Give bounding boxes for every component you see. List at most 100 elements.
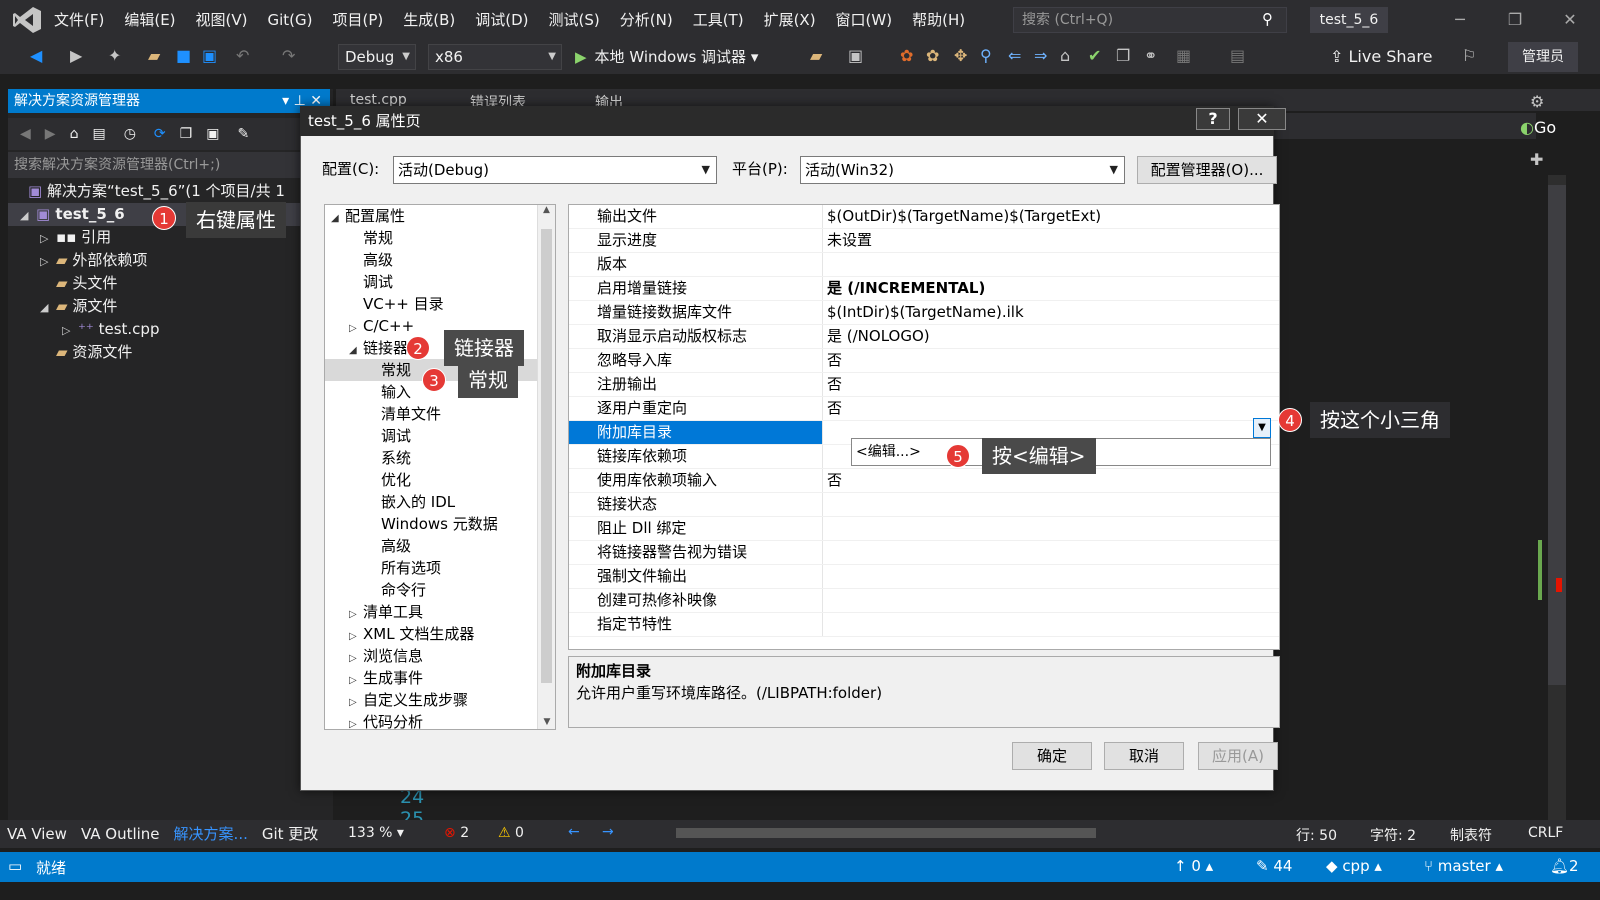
property-row[interactable]: 指定节特性 bbox=[569, 613, 1279, 637]
repo-indicator[interactable]: ◆ cpp ▴ bbox=[1326, 857, 1382, 875]
dropdown-triangle-button[interactable]: ▼ bbox=[1253, 418, 1271, 438]
tree-node[interactable]: Windows 元数据 bbox=[325, 513, 555, 535]
tab-solution-explorer[interactable]: 解决方案... bbox=[167, 820, 255, 848]
tree-node[interactable]: 系统 bbox=[325, 447, 555, 469]
property-value[interactable]: 是 (/INCREMENTAL) bbox=[823, 277, 985, 300]
property-row[interactable]: 使用库依赖项输入否 bbox=[569, 469, 1279, 493]
start-debugging-button[interactable]: ▶ 本地 Windows 调试器 ▾ bbox=[575, 44, 758, 70]
tree-node[interactable]: VC++ 目录 bbox=[325, 293, 555, 315]
cancel-button[interactable]: 取消 bbox=[1104, 742, 1184, 770]
tree-scrollbar[interactable]: ▲ ▼ bbox=[537, 205, 555, 729]
property-value[interactable]: 否 bbox=[823, 349, 842, 372]
config-select[interactable]: Debug ▼ bbox=[338, 44, 416, 70]
property-value[interactable]: 否 bbox=[823, 373, 842, 396]
tree-node[interactable]: ▷ 浏览信息 bbox=[325, 645, 555, 667]
close-window-button[interactable]: ✕ bbox=[1555, 6, 1585, 34]
menu-item[interactable]: 编辑(E) bbox=[114, 0, 185, 40]
dialog-close-button[interactable]: ✕ bbox=[1238, 108, 1286, 130]
property-row[interactable]: 逐用户重定向否 bbox=[569, 397, 1279, 421]
branch-indicator[interactable]: ⑂ master ▴ bbox=[1424, 857, 1503, 875]
apply-button[interactable]: 应用(A) bbox=[1198, 742, 1278, 770]
tree-item-resources[interactable]: ▰ 资源文件 bbox=[8, 341, 330, 364]
property-row[interactable]: 启用增量链接是 (/INCREMENTAL) bbox=[569, 277, 1279, 301]
menu-item[interactable]: 文件(F) bbox=[44, 0, 114, 40]
ok-button[interactable]: 确定 bbox=[1012, 742, 1092, 770]
folder-icon[interactable]: ▰ bbox=[810, 46, 822, 65]
tree-item-headers[interactable]: ▰ 头文件 bbox=[8, 272, 330, 295]
config-manager-button[interactable]: 配置管理器(O)... bbox=[1137, 156, 1277, 184]
property-value[interactable]: 是 (/NOLOGO) bbox=[823, 325, 930, 348]
build-icon[interactable]: ⌂ bbox=[1060, 46, 1070, 65]
property-value[interactable]: $(OutDir)$(TargetName)$(TargetExt) bbox=[823, 205, 1101, 228]
settings-icon[interactable]: ⚙ bbox=[1530, 92, 1544, 111]
notifications-icon[interactable]: 🔔︎2 bbox=[1550, 857, 1579, 875]
go-button[interactable]: ◐Go bbox=[1520, 118, 1556, 137]
check-icon[interactable]: ✔ bbox=[1088, 46, 1101, 65]
property-row[interactable]: 将链接器警告视为错误 bbox=[569, 541, 1279, 565]
tree-node[interactable]: 优化 bbox=[325, 469, 555, 491]
tool3-icon[interactable]: ✥ bbox=[954, 46, 967, 65]
search-input[interactable]: 搜索 (Ctrl+Q) bbox=[1013, 7, 1287, 33]
property-row[interactable]: 显示进度 未设置 bbox=[569, 229, 1279, 253]
grid-icon[interactable]: ▦ bbox=[1176, 46, 1191, 65]
properties-icon[interactable]: ✎ bbox=[237, 126, 249, 142]
property-row[interactable]: 链接状态 bbox=[569, 493, 1279, 517]
copy-icon[interactable]: ▣ bbox=[206, 126, 219, 142]
menu-item[interactable]: 调试(D) bbox=[465, 0, 538, 40]
prev-issue-icon[interactable]: ← bbox=[568, 824, 580, 840]
push-indicator[interactable]: ↑ 0 ▴ bbox=[1174, 857, 1213, 875]
property-value[interactable]: $(IntDir)$(TargetName).ilk bbox=[823, 301, 1024, 324]
expand-icon[interactable]: ◢ bbox=[331, 208, 345, 230]
tool2-icon[interactable]: ✿ bbox=[926, 46, 939, 65]
tree-node[interactable]: 调试 bbox=[325, 425, 555, 447]
maximize-button[interactable]: ❐ bbox=[1500, 6, 1530, 34]
tree-node[interactable]: ▷ XML 文档生成器 bbox=[325, 623, 555, 645]
menu-item[interactable]: 项目(P) bbox=[323, 0, 394, 40]
property-value[interactable]: 否 bbox=[823, 397, 842, 420]
link-icon[interactable]: ⚭ bbox=[1144, 46, 1157, 65]
platform-select[interactable]: x86 ▼ bbox=[428, 44, 562, 70]
tree-node[interactable]: ▷ 生成事件 bbox=[325, 667, 555, 689]
forward-icon[interactable]: ▶ bbox=[70, 46, 82, 65]
property-row[interactable]: 输出文件 $(OutDir)$(TargetName)$(TargetExt) bbox=[569, 205, 1279, 229]
tab-va-outline[interactable]: VA Outline bbox=[74, 820, 167, 848]
back-icon[interactable]: ◀ bbox=[20, 126, 31, 142]
new-project-icon[interactable]: ✦ bbox=[108, 46, 121, 65]
col-indicator[interactable]: 字符: 2 bbox=[1370, 825, 1416, 845]
tree-node[interactable]: 命令行 bbox=[325, 579, 555, 601]
move-right-icon[interactable]: ⇒ bbox=[1034, 46, 1047, 65]
dialog-platform-select[interactable]: 活动(Win32) ▼ bbox=[800, 156, 1125, 184]
property-row[interactable]: 强制文件输出 bbox=[569, 565, 1279, 589]
tree-node[interactable]: ◢ 配置属性 bbox=[325, 205, 555, 227]
zoom-select[interactable]: 133 % ▾ bbox=[348, 825, 404, 841]
dialog-config-select[interactable]: 活动(Debug) ▼ bbox=[393, 156, 717, 184]
menu-item[interactable]: 视图(V) bbox=[186, 0, 258, 40]
redo-icon[interactable]: ↷ bbox=[282, 46, 295, 65]
screenshot-icon[interactable]: ▣ bbox=[848, 46, 863, 65]
tree-node[interactable]: 高级 bbox=[325, 535, 555, 557]
back-icon[interactable]: ◀ bbox=[30, 46, 42, 65]
tree-node[interactable]: 清单文件 bbox=[325, 403, 555, 425]
home-icon[interactable]: ⌂ bbox=[70, 126, 79, 142]
live-share-button[interactable]: ⇪ Live Share bbox=[1330, 44, 1432, 70]
undo-icon[interactable]: ↶ bbox=[236, 46, 249, 65]
move-left-icon[interactable]: ⇐ bbox=[1008, 46, 1021, 65]
sync-icon[interactable]: ⟳ bbox=[154, 126, 166, 142]
search-icon[interactable]: ⚲ bbox=[1262, 10, 1273, 28]
property-value[interactable]: 否 bbox=[823, 469, 842, 492]
tree-item-test-cpp[interactable]: ▷ ⁺⁺ test.cpp bbox=[8, 318, 330, 341]
open-folder-icon[interactable]: ▰ bbox=[148, 46, 160, 65]
next-issue-icon[interactable]: → bbox=[602, 824, 614, 840]
tree-node[interactable]: ▷ 代码分析 bbox=[325, 711, 555, 729]
collapse-icon[interactable]: ❐ bbox=[180, 126, 193, 142]
save-all-icon[interactable]: ▣ bbox=[202, 46, 217, 65]
menu-item[interactable]: 帮助(H) bbox=[902, 0, 975, 40]
menu-item[interactable]: 生成(B) bbox=[393, 0, 465, 40]
tool-icon[interactable]: ✿ bbox=[900, 46, 913, 65]
menu-item[interactable]: 窗口(W) bbox=[826, 0, 903, 40]
property-row[interactable]: 版本 bbox=[569, 253, 1279, 277]
switch-view-icon[interactable]: ▤ bbox=[92, 126, 105, 142]
property-row[interactable]: 注册输出否 bbox=[569, 373, 1279, 397]
property-row[interactable]: 增量链接数据库文件 $(IntDir)$(TargetName).ilk bbox=[569, 301, 1279, 325]
copy-icon[interactable]: ❐ bbox=[1116, 46, 1130, 65]
